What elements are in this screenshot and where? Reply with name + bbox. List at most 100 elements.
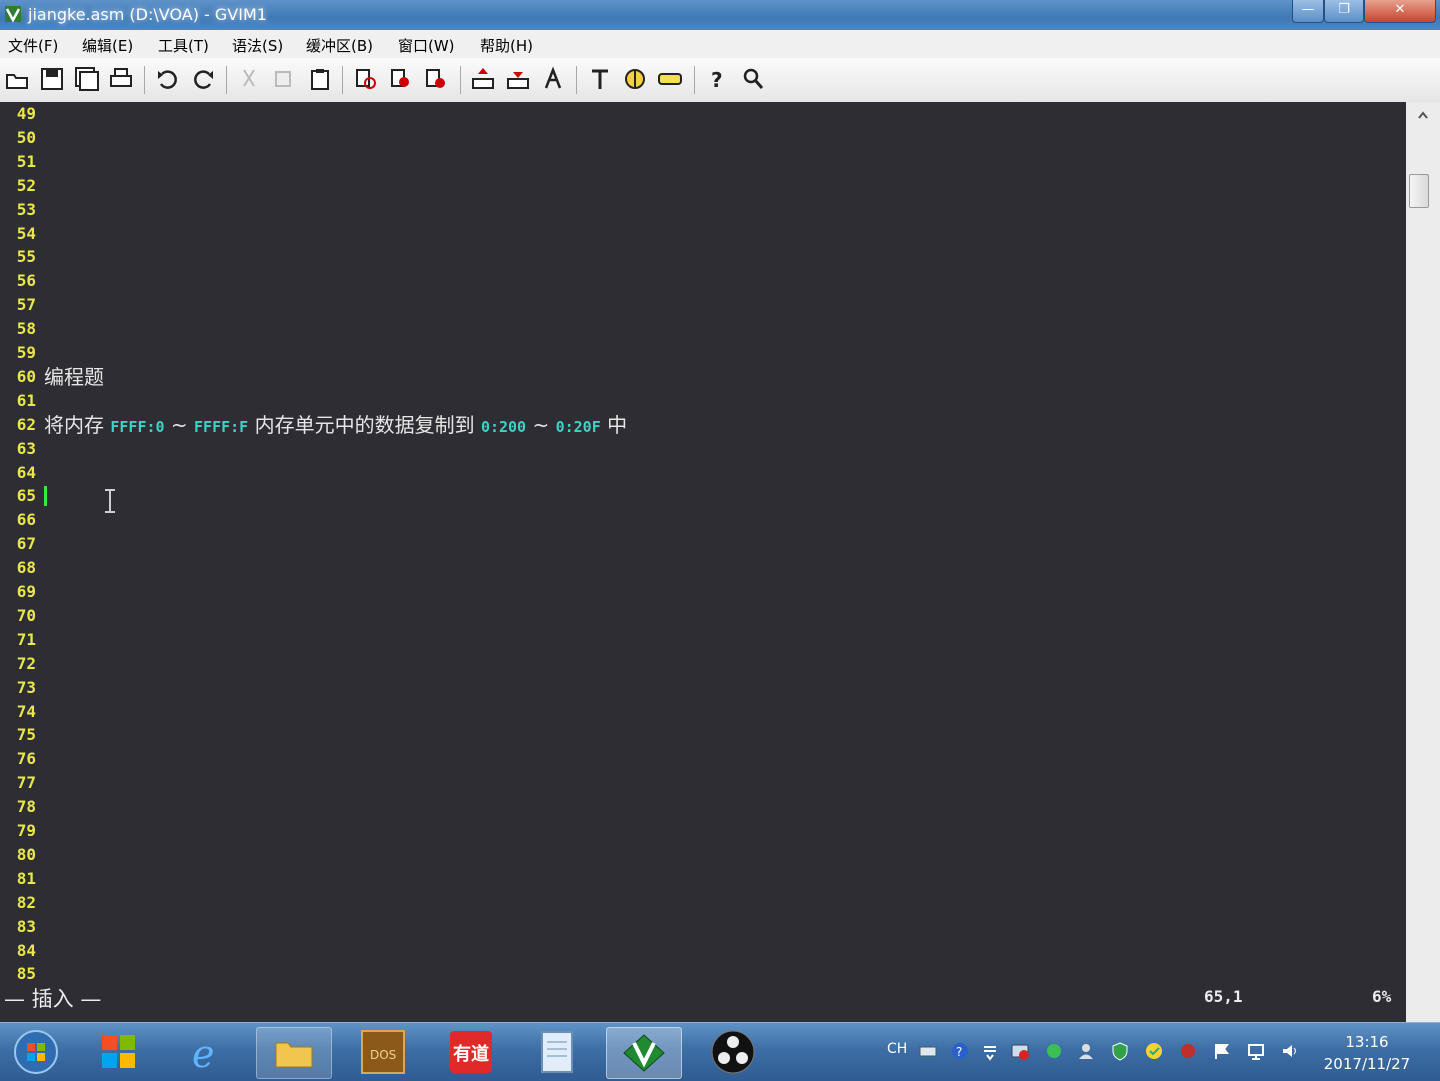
menu-help[interactable]: 帮助(H) xyxy=(480,35,533,56)
editor-line[interactable]: 77 xyxy=(0,771,1400,795)
editor-line[interactable]: 63 xyxy=(0,437,1400,461)
editor-line[interactable]: 70 xyxy=(0,604,1400,628)
menu-edit[interactable]: 编辑(E) xyxy=(82,35,133,56)
notepad-icon[interactable] xyxy=(522,1027,592,1077)
line-number: 67 xyxy=(16,534,36,554)
find-prev-icon[interactable] xyxy=(423,66,449,92)
editor-line[interactable]: 65 xyxy=(0,484,1400,508)
volume-icon[interactable] xyxy=(1280,1041,1300,1061)
editor-line[interactable]: 49 xyxy=(0,102,1400,126)
editor-line[interactable]: 59 xyxy=(0,341,1400,365)
open-icon[interactable] xyxy=(4,66,30,92)
start-orb-icon[interactable] xyxy=(6,1027,66,1077)
app-tray-icon[interactable] xyxy=(1044,1041,1064,1061)
find-next-icon[interactable] xyxy=(388,66,414,92)
editor-line[interactable]: 52 xyxy=(0,174,1400,198)
undo-icon[interactable] xyxy=(155,66,181,92)
text-segment: ~ xyxy=(164,412,195,437)
menu-tools[interactable]: 工具(T) xyxy=(158,35,209,56)
editor-line[interactable]: 80 xyxy=(0,843,1400,867)
find-help-icon[interactable] xyxy=(740,66,766,92)
editor-line[interactable]: 58 xyxy=(0,317,1400,341)
update-tray-icon[interactable] xyxy=(1144,1041,1164,1061)
scrollbar-thumb[interactable] xyxy=(1409,174,1429,208)
editor-line[interactable]: 55 xyxy=(0,245,1400,269)
editor-line[interactable]: 60 编程题 xyxy=(0,365,1400,389)
windows-flag-icon[interactable] xyxy=(84,1027,154,1077)
run-script-icon[interactable] xyxy=(540,66,566,92)
redo-icon[interactable] xyxy=(190,66,216,92)
mode-indicator: — 插入 — xyxy=(4,987,102,1011)
editor-area[interactable]: 49 50 51 52 53 54 55 56 57 58 59 60 编程题 61 62 将内存 FFFF:… xyxy=(0,102,1406,983)
dosbox-icon[interactable]: DOS xyxy=(348,1027,418,1077)
network-icon[interactable] xyxy=(1246,1041,1266,1061)
editor-line[interactable]: 79 xyxy=(0,819,1400,843)
editor-line[interactable]: 56 xyxy=(0,269,1400,293)
input-language[interactable]: CH xyxy=(887,1041,907,1057)
help-tray-icon[interactable]: ? xyxy=(950,1041,970,1061)
line-number: 50 xyxy=(16,127,36,147)
line-text: 将内存 FFFF:0 ~ FFFF:F 内存单元中的数据复制到 0:200 ~ … xyxy=(44,413,627,439)
file-explorer-button[interactable] xyxy=(256,1027,332,1079)
editor-line[interactable]: 78 xyxy=(0,795,1400,819)
editor-line[interactable]: 84 xyxy=(0,939,1400,963)
jump-tag-icon[interactable] xyxy=(657,66,683,92)
editor-line[interactable]: 72 xyxy=(0,652,1400,676)
editor-line[interactable]: 82 xyxy=(0,891,1400,915)
system-clock[interactable]: 13:16 2017/11/27 xyxy=(1312,1031,1422,1075)
editor-line[interactable]: 53 xyxy=(0,198,1400,222)
menu-buffers[interactable]: 缓冲区(B) xyxy=(306,35,373,56)
maximize-button[interactable]: ❐ xyxy=(1324,0,1364,23)
editor-line[interactable]: 73 xyxy=(0,676,1400,700)
find-replace-icon[interactable] xyxy=(353,66,379,92)
editor-line[interactable]: 66 xyxy=(0,508,1400,532)
print-icon[interactable] xyxy=(108,66,134,92)
help-icon[interactable]: ? xyxy=(704,66,730,92)
cut-icon[interactable] xyxy=(236,66,262,92)
editor-line[interactable]: 50 xyxy=(0,126,1400,150)
network-warning-icon[interactable] xyxy=(1010,1041,1030,1061)
editor-line[interactable]: 62 将内存 FFFF:0 ~ FFFF:F 内存单元中的数据复制到 0:200 … xyxy=(0,413,1400,437)
editor-line[interactable]: 76 xyxy=(0,747,1400,771)
editor-line[interactable]: 51 xyxy=(0,150,1400,174)
editor-line[interactable]: 57 xyxy=(0,293,1400,317)
menu-window[interactable]: 窗口(W) xyxy=(398,35,455,56)
load-session-icon[interactable] xyxy=(470,66,496,92)
save-all-icon[interactable] xyxy=(74,66,100,92)
vertical-scrollbar[interactable] xyxy=(1406,102,1440,1022)
editor-line[interactable]: 75 xyxy=(0,723,1400,747)
options-tray-icon[interactable] xyxy=(980,1041,1000,1061)
close-button[interactable]: ✕ xyxy=(1364,0,1436,23)
user-tray-icon[interactable] xyxy=(1076,1041,1096,1061)
youdao-dict-icon[interactable]: 有道 xyxy=(436,1027,506,1077)
gvim-taskbar-button[interactable] xyxy=(606,1027,682,1079)
action-center-flag-icon[interactable] xyxy=(1212,1041,1232,1061)
editor-line[interactable]: 69 xyxy=(0,580,1400,604)
obs-icon[interactable] xyxy=(698,1027,768,1077)
editor-line[interactable]: 74 xyxy=(0,700,1400,724)
editor-line[interactable]: 71 xyxy=(0,628,1400,652)
editor-line[interactable]: 67 xyxy=(0,532,1400,556)
shield-icon[interactable] xyxy=(1110,1041,1130,1061)
editor-line[interactable]: 83 xyxy=(0,915,1400,939)
editor-line[interactable]: 68 xyxy=(0,556,1400,580)
editor-line[interactable]: 64 xyxy=(0,461,1400,485)
toolbar: ? xyxy=(0,58,1440,103)
alert-tray-icon[interactable] xyxy=(1178,1041,1198,1061)
build-tags-icon[interactable] xyxy=(622,66,648,92)
menu-file[interactable]: 文件(F) xyxy=(8,35,58,56)
save-icon[interactable] xyxy=(39,66,65,92)
paste-icon[interactable] xyxy=(307,66,333,92)
menu-syntax[interactable]: 语法(S) xyxy=(232,35,283,56)
editor-line[interactable]: 81 xyxy=(0,867,1400,891)
minimize-button[interactable]: — xyxy=(1292,0,1324,23)
address-literal: FFFF:0 xyxy=(110,417,165,436)
editor-line[interactable]: 61 xyxy=(0,389,1400,413)
save-session-icon[interactable] xyxy=(505,66,531,92)
copy-icon[interactable] xyxy=(272,66,298,92)
keyboard-icon[interactable] xyxy=(918,1041,938,1061)
make-icon[interactable] xyxy=(587,66,613,92)
internet-explorer-icon[interactable]: e xyxy=(172,1027,242,1077)
editor-line[interactable]: 54 xyxy=(0,222,1400,246)
scroll-up-arrow-icon[interactable] xyxy=(1417,110,1429,120)
